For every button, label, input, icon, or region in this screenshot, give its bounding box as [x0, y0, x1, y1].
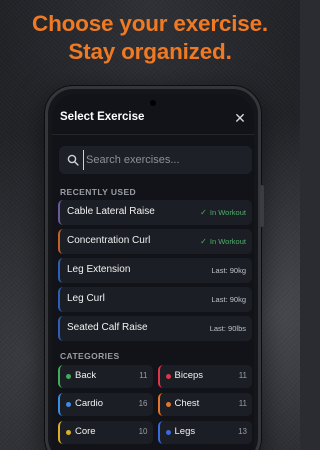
category-name: Biceps	[174, 370, 204, 381]
check-icon: ✓	[200, 208, 207, 217]
category-cardio[interactable]: Cardio 16	[58, 393, 153, 416]
category-count: 16	[138, 399, 148, 408]
category-dot	[66, 430, 71, 435]
close-button[interactable]: ✕	[232, 109, 248, 127]
category-count: 11	[139, 371, 148, 380]
search-bar[interactable]	[59, 146, 252, 174]
last-weight-status: Last: 90lbs	[210, 324, 246, 333]
modal-header: Select Exercise ✕	[52, 109, 254, 133]
phone-screen: Select Exercise ✕ RECENTLY USED Cable La…	[52, 94, 254, 450]
category-dot	[165, 402, 171, 407]
headline-line-1: Choose your exercise.	[32, 11, 268, 36]
categories-label: CATEGORIES	[60, 351, 120, 361]
header-divider	[52, 134, 254, 135]
category-count: 11	[238, 399, 247, 408]
exercise-name: Leg Curl	[67, 293, 105, 304]
exercise-name: Seated Calf Raise	[67, 322, 148, 333]
camera-notch	[150, 100, 156, 106]
headline: Choose your exercise. Stay organized.	[0, 10, 300, 66]
status-text: Last: 90lbs	[209, 324, 246, 333]
modal-title: Select Exercise	[60, 111, 145, 123]
last-weight-status: Last: 90kg	[211, 266, 246, 275]
last-weight-status: Last: 90kg	[211, 295, 246, 304]
category-back[interactable]: Back 11	[58, 365, 153, 388]
category-count: 11	[238, 371, 247, 380]
status-text: Last: 90kg	[211, 266, 246, 275]
in-workout-status: ✓ In Workout	[200, 237, 246, 246]
category-core[interactable]: Core 10	[58, 421, 153, 444]
status-text: In Workout	[209, 208, 246, 217]
category-name: Cardio	[75, 398, 103, 409]
category-count: 10	[138, 427, 148, 436]
recent-exercise-item[interactable]: Leg Extension Last: 90kg	[58, 258, 252, 283]
category-name: Legs	[174, 426, 196, 437]
category-dot	[165, 374, 171, 379]
category-biceps[interactable]: Biceps 11	[157, 365, 252, 388]
headline-line-2: Stay organized.	[68, 39, 232, 64]
search-input[interactable]	[83, 150, 246, 170]
in-workout-status: ✓ In Workout	[200, 208, 246, 217]
category-name: Chest	[174, 398, 200, 409]
category-dot	[66, 402, 71, 407]
phone-frame: Select Exercise ✕ RECENTLY USED Cable La…	[45, 86, 264, 450]
category-name: Core	[75, 426, 96, 437]
exercise-name: Concentration Curl	[67, 235, 151, 246]
exercise-name: Leg Extension	[67, 264, 131, 275]
check-icon: ✓	[200, 237, 207, 246]
category-dot	[165, 430, 171, 435]
recent-exercise-item[interactable]: Cable Lateral Raise ✓ In Workout	[58, 200, 252, 225]
category-count: 13	[238, 427, 247, 436]
close-icon: ✕	[234, 110, 246, 126]
recent-list: Cable Lateral Raise ✓ In Workout Concentrat…	[58, 200, 252, 345]
status-text: In Workout	[209, 237, 246, 246]
recently-used-label: RECENTLY USED	[60, 187, 137, 197]
categories-grid: Back 11 Biceps 11 Cardio 16 Chest 11 Core 10 Legs 1…	[58, 365, 252, 444]
search-icon	[67, 154, 79, 166]
recent-exercise-item[interactable]: Leg Curl Last: 90kg	[58, 287, 252, 312]
status-text: Last: 90kg	[211, 295, 246, 304]
phone-side-button	[260, 185, 264, 227]
category-name: Back	[75, 370, 97, 381]
category-dot	[66, 374, 71, 379]
recent-exercise-item[interactable]: Seated Calf Raise Last: 90lbs	[58, 316, 252, 341]
exercise-name: Cable Lateral Raise	[67, 206, 155, 217]
recent-exercise-item[interactable]: Concentration Curl ✓ In Workout	[58, 229, 252, 254]
category-legs[interactable]: Legs 13	[157, 421, 252, 444]
category-chest[interactable]: Chest 11	[157, 393, 252, 416]
